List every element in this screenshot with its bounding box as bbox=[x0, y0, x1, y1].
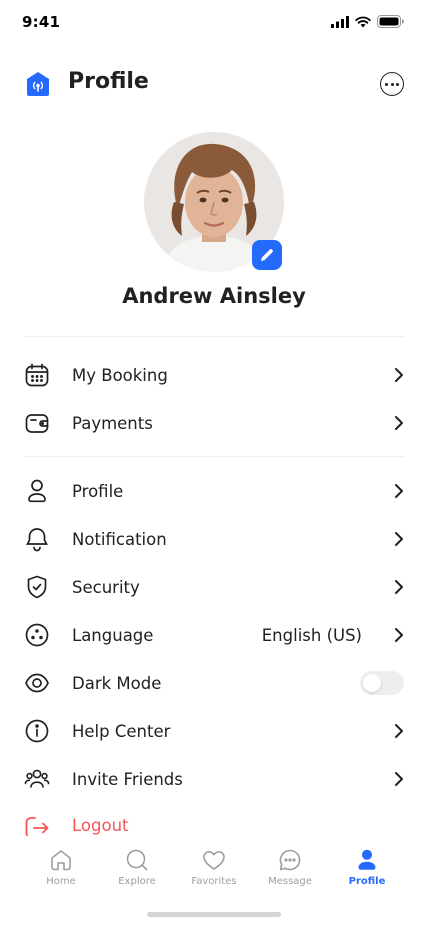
nav-item-favorites[interactable]: Favorites bbox=[179, 848, 249, 892]
menu-item-label: Payments bbox=[72, 413, 153, 433]
home-icon bbox=[49, 848, 73, 872]
menu-item-label: Invite Friends bbox=[72, 769, 183, 789]
calendar-icon bbox=[24, 362, 50, 388]
chevron-right-icon bbox=[384, 721, 404, 741]
menu-item-help-center[interactable]: Help Center bbox=[24, 707, 404, 755]
shield-check-icon bbox=[24, 574, 50, 600]
menu-item-label: Language bbox=[72, 625, 154, 645]
pencil-icon bbox=[261, 249, 273, 261]
menu-item-dark-mode[interactable]: Dark Mode bbox=[24, 659, 404, 707]
home-signal-icon bbox=[27, 72, 49, 96]
chevron-right-icon bbox=[384, 577, 404, 597]
eye-icon bbox=[24, 670, 50, 696]
menu-item-my-booking[interactable]: My Booking bbox=[24, 351, 404, 399]
page-title: Profile bbox=[68, 69, 149, 94]
more-circle-icon[interactable] bbox=[380, 72, 404, 96]
wallet-icon bbox=[24, 410, 50, 436]
users-icon bbox=[24, 766, 50, 792]
nav-item-profile[interactable]: Profile bbox=[332, 848, 402, 892]
user-name: Andrew Ainsley bbox=[122, 284, 306, 308]
menu-item-label: Help Center bbox=[72, 721, 171, 741]
menu-item-label: Profile bbox=[72, 481, 124, 501]
search-icon bbox=[125, 848, 149, 872]
nav-item-home[interactable]: Home bbox=[26, 848, 96, 892]
chevron-right-icon bbox=[384, 481, 404, 501]
bell-icon bbox=[24, 526, 50, 552]
heart-icon bbox=[202, 848, 226, 872]
language-value: English (US) bbox=[261, 625, 362, 645]
menu-item-label: Dark Mode bbox=[72, 673, 162, 693]
menu-item-label: Logout bbox=[72, 816, 129, 835]
menu-item-security[interactable]: Security bbox=[24, 563, 404, 611]
chat-icon bbox=[278, 848, 302, 872]
menu-item-logout[interactable]: Logout bbox=[24, 803, 404, 837]
home-indicator bbox=[147, 912, 281, 917]
cellular-signal-icon bbox=[331, 15, 349, 28]
menu-item-language[interactable]: Language English (US) bbox=[24, 611, 404, 659]
divider bbox=[24, 456, 404, 457]
nav-label: Explore bbox=[118, 876, 156, 887]
toggle-knob bbox=[363, 674, 381, 692]
status-bar: 9:41 bbox=[0, 0, 428, 44]
menu-item-payments[interactable]: Payments bbox=[24, 399, 404, 447]
nav-label: Home bbox=[46, 876, 76, 887]
chevron-right-icon bbox=[384, 625, 404, 645]
chevron-right-icon bbox=[384, 413, 404, 433]
edit-avatar-button[interactable] bbox=[252, 240, 282, 270]
nav-item-message[interactable]: Message bbox=[255, 848, 325, 892]
menu-item-invite-friends[interactable]: Invite Friends bbox=[24, 755, 404, 803]
profile-icon bbox=[355, 848, 379, 872]
wifi-icon bbox=[355, 16, 371, 27]
info-icon bbox=[24, 718, 50, 744]
menu-item-label: My Booking bbox=[72, 365, 168, 385]
nav-label: Profile bbox=[348, 876, 386, 887]
language-icon bbox=[24, 622, 50, 648]
menu-item-notification[interactable]: Notification bbox=[24, 515, 404, 563]
status-icons bbox=[331, 15, 404, 28]
nav-item-explore[interactable]: Explore bbox=[102, 848, 172, 892]
battery-icon bbox=[377, 15, 404, 28]
nav-label: Message bbox=[268, 876, 312, 887]
chevron-right-icon bbox=[384, 529, 404, 549]
menu-item-label: Security bbox=[72, 577, 140, 597]
logout-icon bbox=[24, 815, 50, 837]
menu-item-label: Notification bbox=[72, 529, 167, 549]
chevron-right-icon bbox=[384, 769, 404, 789]
user-icon bbox=[24, 478, 50, 504]
chevron-right-icon bbox=[384, 365, 404, 385]
nav-label: Favorites bbox=[191, 876, 237, 887]
dark-mode-toggle[interactable] bbox=[360, 671, 404, 695]
menu-item-profile[interactable]: Profile bbox=[24, 467, 404, 515]
status-time: 9:41 bbox=[22, 13, 61, 31]
divider bbox=[24, 336, 404, 337]
avatar-container bbox=[144, 132, 284, 272]
header: Profile bbox=[24, 64, 404, 104]
